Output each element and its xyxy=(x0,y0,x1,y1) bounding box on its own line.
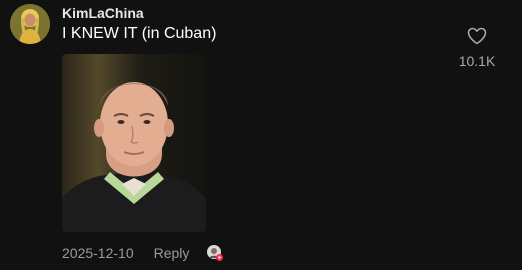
like-button[interactable]: 10.1K xyxy=(454,27,500,69)
creator-reaction-avatar-icon xyxy=(207,245,223,261)
comment-date: 2025-12-10 xyxy=(62,245,134,261)
username[interactable]: KimLaChina xyxy=(62,5,144,21)
heart-outline-icon[interactable] xyxy=(467,27,487,50)
user-avatar[interactable] xyxy=(10,4,50,44)
comment-item: KimLaChina I KNEW IT (in Cuban) xyxy=(0,0,522,270)
like-count: 10.1K xyxy=(459,53,496,69)
comment-image[interactable] xyxy=(62,54,206,232)
reply-button[interactable]: Reply xyxy=(154,245,190,261)
comment-text: I KNEW IT (in Cuban) xyxy=(62,25,216,43)
comment-footer: 2025-12-10 Reply xyxy=(62,244,223,262)
